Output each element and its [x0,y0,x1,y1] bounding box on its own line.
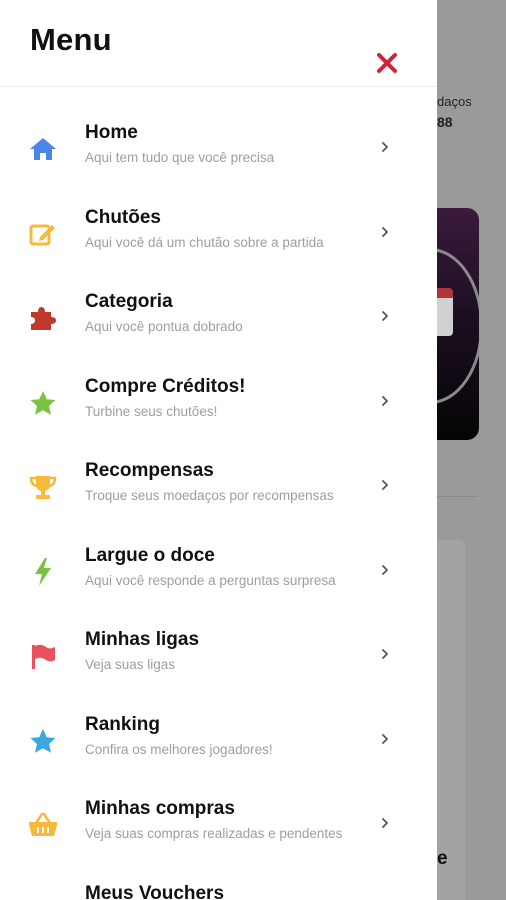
menu-item-meus-vouchers[interactable]: Meus Vouchers [0,851,437,900]
menu-item-home[interactable]: Home Aqui tem tudo que você precisa [0,90,437,175]
menu-item-subtitle: Confira os melhores jogadores! [85,741,273,757]
menu-item-subtitle: Aqui você pontua dobrado [85,319,243,334]
menu-item-title: Chutões [85,206,161,228]
background-stat-label: daços [437,94,472,109]
menu-item-largue-o-doce[interactable]: Largue o doce Aqui você responde a pergu… [0,513,437,598]
chevron-right-icon [378,816,392,830]
drawer-title: Menu [30,22,112,57]
menu-item-subtitle: Aqui você responde a perguntas surpresa [85,572,336,588]
star-icon [25,726,61,756]
menu-item-title: Compre Créditos! [85,375,246,397]
menu-item-title: Minhas compras [85,798,235,819]
chevron-right-icon [378,309,392,323]
menu-item-compre-creditos[interactable]: Compre Créditos! Turbine seus chutões! [0,344,437,429]
close-button[interactable] [372,48,402,78]
drawer-header: Menu [0,0,437,87]
menu-item-minhas-ligas[interactable]: Minhas ligas Veja suas ligas [0,597,437,682]
menu-item-title: Categoria [85,291,173,312]
menu-item-title: Minhas ligas [85,629,200,650]
chevron-right-icon [378,732,392,746]
navigation-drawer: Menu Home Aqui tem tudo que você precisa… [0,0,437,900]
puzzle-icon [25,303,61,333]
bolt-icon [25,557,61,587]
home-icon [25,134,61,164]
basket-icon [25,810,61,840]
menu-item-categoria[interactable]: Categoria Aqui você pontua dobrado [0,259,437,344]
flag-icon [25,641,61,671]
menu-item-recompensas[interactable]: Recompensas Troque seus moedaços por rec… [0,428,437,513]
menu-item-minhas-compras[interactable]: Minhas compras Veja suas compras realiza… [0,766,437,851]
menu-list: Home Aqui tem tudo que você precisa Chut… [0,90,437,900]
menu-item-subtitle: Aqui tem tudo que você precisa [85,150,275,165]
chevron-right-icon [378,394,392,408]
menu-item-subtitle: Veja suas ligas [85,657,176,672]
menu-item-title: Largue o doce [85,544,215,566]
edit-icon [25,219,61,249]
background-divider [437,496,478,497]
chevron-right-icon [378,140,392,154]
chevron-right-icon [378,563,392,577]
star-icon [25,388,61,418]
menu-item-title: Meus Vouchers [85,882,225,900]
chevron-right-icon [378,225,392,239]
menu-item-chutoes[interactable]: Chutões Aqui você dá um chutão sobre a p… [0,175,437,260]
menu-item-title: Recompensas [85,460,214,481]
chevron-right-icon [378,647,392,661]
background-banner [437,208,479,440]
menu-item-ranking[interactable]: Ranking Confira os melhores jogadores! [0,682,437,767]
menu-item-title: Ranking [85,713,160,735]
chevron-right-icon [378,478,392,492]
background-stat-value: 88 [437,114,453,130]
menu-item-title: Home [85,122,138,143]
background-card [437,540,465,900]
background-text: e [437,848,448,869]
voucher-icon [25,895,61,900]
trophy-icon [25,472,61,502]
menu-item-subtitle: Aqui você dá um chutão sobre a partida [85,234,324,250]
background-stat: daços 88 [437,92,472,132]
close-icon [377,53,397,73]
menu-item-subtitle: Veja suas compras realizadas e pendentes [85,826,343,841]
menu-item-subtitle: Turbine seus chutões! [85,403,218,419]
menu-item-subtitle: Troque seus moedaços por recompensas [85,488,334,503]
